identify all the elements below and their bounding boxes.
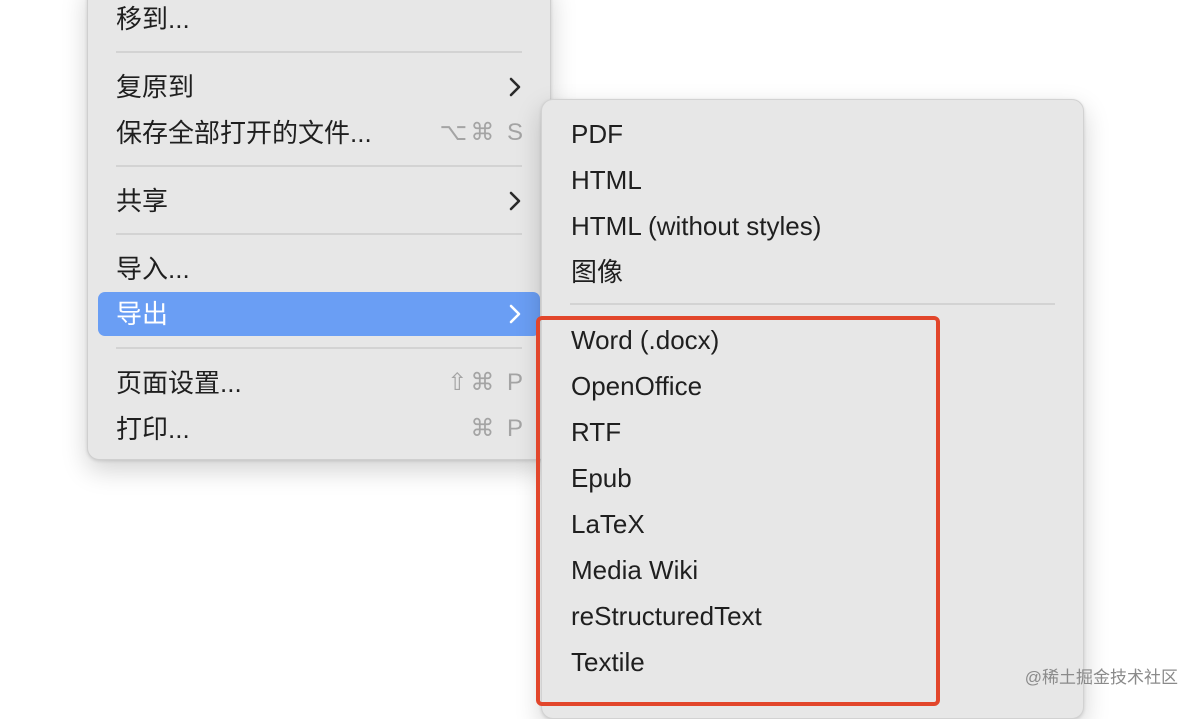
annotation-highlight-box [536, 316, 940, 706]
watermark: @稀土掘金技术社区 [1024, 668, 1178, 687]
save-all-shortcut: ⌥⌘ S [439, 119, 526, 146]
menu-item-move-to-label: 移到... [116, 4, 190, 34]
export-item-pdf[interactable]: PDF [571, 112, 1063, 156]
page-setup-shortcut: ⇧⌘ P [447, 369, 526, 396]
menu-item-revert-to-label: 复原到 [116, 72, 195, 102]
menu-item-page-setup[interactable]: 页面设置... ⇧⌘ P [98, 361, 540, 405]
export-item-label: HTML [571, 165, 642, 195]
menu-item-import-label: 导入... [116, 254, 190, 284]
export-item-image[interactable]: 图像 [571, 250, 1063, 294]
submenu-separator [570, 303, 1055, 305]
menu-item-import[interactable]: 导入... [98, 247, 540, 291]
menu-item-share[interactable]: 共享 [98, 179, 540, 223]
export-item-html[interactable]: HTML [571, 158, 1063, 202]
export-item-html-without-styles[interactable]: HTML (without styles) [571, 204, 1063, 248]
file-context-menu: 移到... 复原到 保存全部打开的文件... ⌥⌘ S 共享 导入... 导出 … [87, 0, 551, 460]
menu-item-page-setup-label: 页面设置... [116, 368, 242, 398]
menu-item-print[interactable]: 打印... ⌘ P [98, 407, 540, 451]
menu-separator [116, 347, 522, 349]
menu-item-save-all-open-files[interactable]: 保存全部打开的文件... ⌥⌘ S [98, 111, 540, 155]
export-item-label: PDF [571, 119, 623, 149]
chevron-right-icon [506, 292, 524, 336]
menu-separator [116, 233, 522, 235]
chevron-right-icon [506, 179, 524, 223]
menu-item-revert-to[interactable]: 复原到 [98, 65, 540, 109]
export-item-label: 图像 [571, 257, 624, 287]
export-item-label: HTML (without styles) [571, 211, 822, 241]
menu-item-export[interactable]: 导出 [98, 292, 540, 336]
menu-item-move-to[interactable]: 移到... [98, 0, 540, 41]
menu-item-share-label: 共享 [116, 186, 169, 216]
menu-item-save-all-label: 保存全部打开的文件... [116, 118, 372, 148]
menu-separator [116, 165, 522, 167]
menu-item-print-label: 打印... [116, 414, 190, 444]
chevron-right-icon [506, 65, 524, 109]
menu-separator [116, 51, 522, 53]
menu-item-export-label: 导出 [116, 299, 169, 329]
print-shortcut: ⌘ P [470, 415, 526, 442]
